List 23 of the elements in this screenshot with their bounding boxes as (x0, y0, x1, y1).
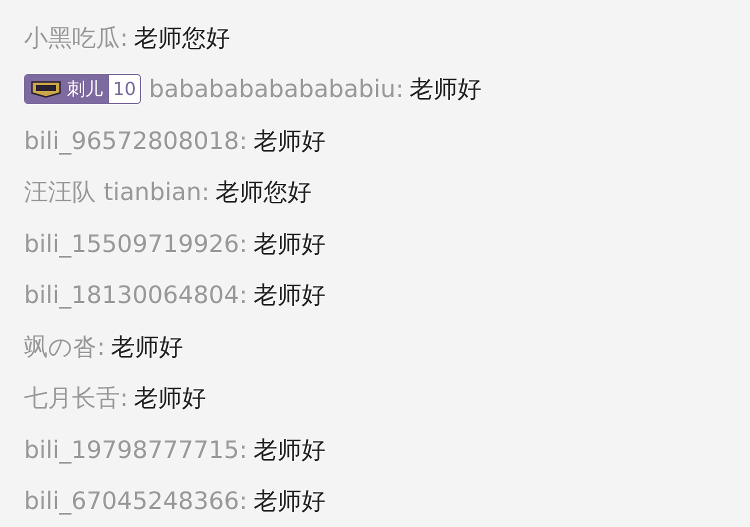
message-text: 老师您好 (134, 22, 230, 54)
username[interactable]: 飒の沓: (24, 328, 106, 365)
message-text: 老师好 (253, 434, 326, 466)
username[interactable]: 小黑吃瓜: (24, 20, 128, 56)
message-text: 老师好 (253, 228, 326, 260)
message-text: 老师好 (253, 280, 326, 312)
message-text: 老师好 (410, 74, 482, 106)
medal-name: 刺儿 (67, 78, 103, 102)
username[interactable]: 汪汪队 tianbian: (24, 174, 210, 210)
message-text: 老师好 (111, 332, 184, 363)
username[interactable]: bili_96572808018: (24, 122, 248, 159)
message-text: 老师好 (253, 126, 326, 157)
message-text: 老师好 (253, 486, 326, 518)
username[interactable]: bili_67045248366: (24, 483, 248, 520)
message-text: 老师好 (134, 383, 206, 414)
shield-icon (31, 80, 61, 98)
message-text: 老师您好 (216, 177, 312, 208)
username[interactable]: babababababababiu: (148, 71, 404, 108)
medal-level: 10 (109, 75, 140, 104)
username[interactable]: bili_15509719926: (24, 226, 248, 262)
username[interactable]: bili_19798777715: (24, 432, 248, 468)
username[interactable]: bili_18130064804: (24, 277, 248, 314)
username[interactable]: 七月长舌: (24, 380, 128, 416)
